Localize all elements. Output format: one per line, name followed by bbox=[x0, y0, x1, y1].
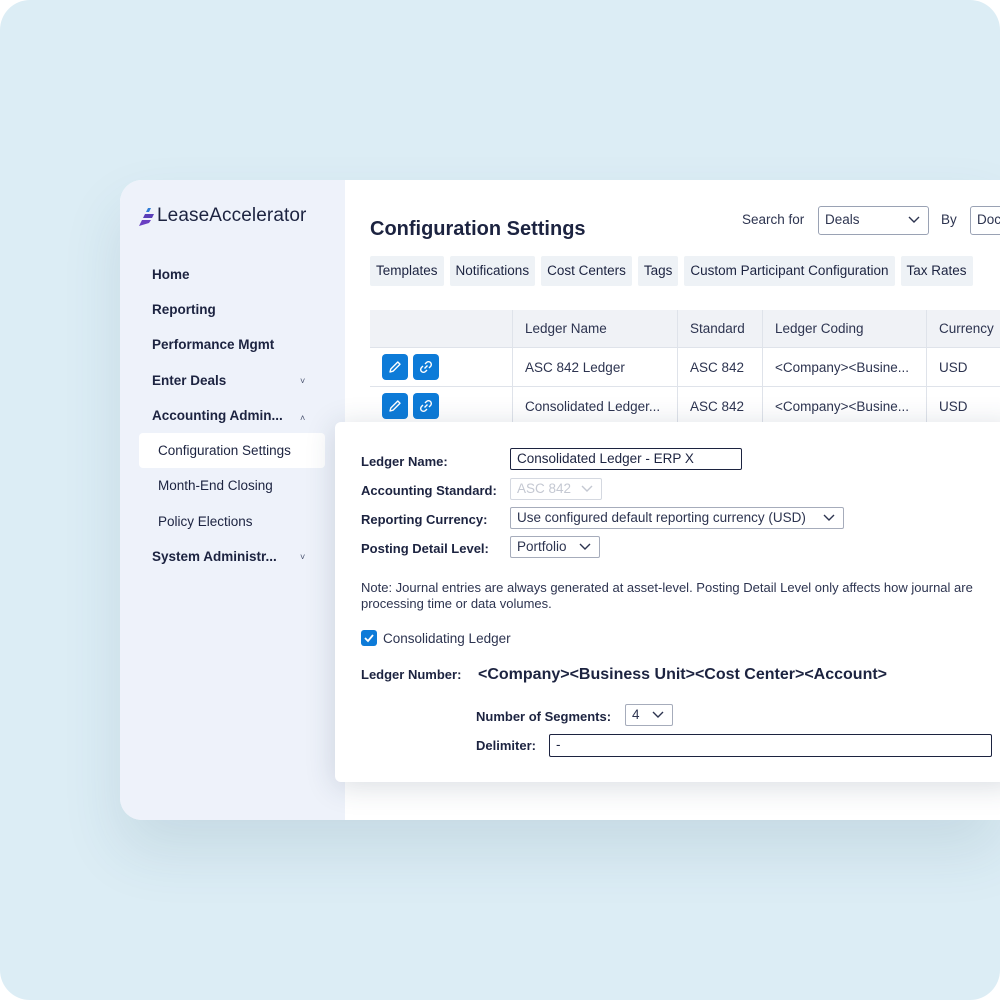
posting-detail-level-select[interactable]: Portfolio bbox=[510, 536, 600, 558]
cell-currency: USD bbox=[926, 386, 1000, 425]
sidebar-item-reporting[interactable]: Reporting bbox=[152, 300, 216, 320]
sidebar-item-accounting-admin[interactable]: Accounting Admin... bbox=[152, 406, 283, 426]
accounting-standard-select[interactable]: ASC 842 bbox=[510, 478, 602, 500]
chevron-down-icon bbox=[908, 207, 920, 244]
sidebar-subitem-month-end-closing[interactable]: Month-End Closing bbox=[158, 476, 273, 496]
cell-ledger-coding: <Company><Busine... bbox=[762, 386, 927, 425]
tab-notifications[interactable]: Notifications bbox=[449, 256, 536, 286]
link-icon[interactable] bbox=[413, 354, 439, 380]
posting-detail-level-value: Portfolio bbox=[517, 539, 567, 554]
cell-standard: ASC 842 bbox=[677, 386, 763, 425]
consolidating-ledger-label[interactable]: Consolidating Ledger bbox=[383, 631, 511, 646]
number-of-segments-select[interactable]: 4 bbox=[625, 704, 673, 726]
ledger-name-label: Ledger Name: bbox=[361, 454, 448, 469]
tab-cost-centers[interactable]: Cost Centers bbox=[541, 256, 632, 286]
link-icon[interactable] bbox=[413, 393, 439, 419]
consolidating-ledger-checkbox[interactable] bbox=[361, 630, 377, 646]
actions-column-header bbox=[370, 310, 513, 348]
sidebar-item-enter-deals[interactable]: Enter Deals bbox=[152, 371, 226, 391]
ledger-name-input[interactable]: Consolidated Ledger - ERP X bbox=[510, 448, 742, 470]
page-title: Configuration Settings bbox=[370, 218, 586, 240]
reporting-currency-select[interactable]: Use configured default reporting currenc… bbox=[510, 507, 844, 529]
chevron-down-icon[interactable]: ˅ bbox=[300, 547, 305, 567]
search-by-value: Doc bbox=[977, 212, 1000, 227]
note-line: Note: Journal entries are always generat… bbox=[361, 580, 973, 595]
cell-ledger-name: ASC 842 Ledger bbox=[512, 347, 678, 387]
number-of-segments-value: 4 bbox=[632, 707, 640, 722]
edit-pencil-icon[interactable] bbox=[382, 354, 408, 380]
edit-pencil-icon[interactable] bbox=[382, 393, 408, 419]
accounting-standard-label: Accounting Standard: bbox=[361, 483, 497, 498]
table-header-row: Ledger Name Standard Ledger Coding Curre… bbox=[370, 310, 1000, 348]
chevron-down-icon bbox=[581, 479, 593, 507]
tab-tax-rates[interactable]: Tax Rates bbox=[900, 256, 973, 286]
tab-templates[interactable]: Templates bbox=[370, 256, 444, 286]
row-actions bbox=[370, 347, 513, 387]
delimiter-input[interactable]: - bbox=[549, 734, 992, 757]
table-row[interactable]: ASC 842 Ledger ASC 842 <Company><Busine.… bbox=[370, 347, 1000, 387]
logo-icon bbox=[139, 208, 154, 226]
note-line: processing time or data volumes. bbox=[361, 596, 552, 611]
tab-custom-participant-configuration[interactable]: Custom Participant Configuration bbox=[684, 256, 895, 286]
ledger-edit-panel: Ledger Name: Consolidated Ledger - ERP X… bbox=[335, 422, 1000, 782]
settings-tabs: Templates Notifications Cost Centers Tag… bbox=[370, 256, 979, 286]
reporting-currency-label: Reporting Currency: bbox=[361, 512, 488, 527]
ledger-number-value: <Company><Business Unit><Cost Center><Ac… bbox=[478, 666, 888, 683]
posting-detail-level-label: Posting Detail Level: bbox=[361, 541, 489, 556]
search-type-select[interactable]: Deals bbox=[818, 206, 929, 235]
delimiter-label: Delimiter: bbox=[476, 738, 536, 753]
delimiter-value: - bbox=[556, 737, 561, 752]
column-header-ledger-name[interactable]: Ledger Name bbox=[512, 310, 678, 348]
chevron-down-icon[interactable]: ˅ bbox=[300, 371, 305, 391]
search-by-select[interactable]: Doc bbox=[970, 206, 1000, 235]
sidebar-item-home[interactable]: Home bbox=[152, 265, 190, 285]
row-actions bbox=[370, 386, 513, 425]
cell-ledger-coding: <Company><Busine... bbox=[762, 347, 927, 387]
sidebar-item-performance-mgmt[interactable]: Performance Mgmt bbox=[152, 335, 274, 355]
brand-name: LeaseAccelerator bbox=[157, 205, 307, 226]
by-label: By bbox=[941, 212, 957, 227]
column-header-currency[interactable]: Currency bbox=[926, 310, 1000, 348]
number-of-segments-label: Number of Segments: bbox=[476, 709, 612, 724]
search-for-label: Search for bbox=[742, 212, 805, 227]
ledger-number-label: Ledger Number: bbox=[361, 667, 462, 682]
ledger-table: Ledger Name Standard Ledger Coding Curre… bbox=[370, 310, 1000, 425]
accounting-standard-value: ASC 842 bbox=[517, 481, 572, 496]
cell-ledger-name: Consolidated Ledger... bbox=[512, 386, 678, 425]
sidebar-subitem-configuration-settings[interactable]: Configuration Settings bbox=[158, 441, 291, 461]
journal-note: Note: Journal entries are always generat… bbox=[361, 580, 1000, 612]
chevron-down-icon bbox=[652, 705, 664, 733]
cell-currency: USD bbox=[926, 347, 1000, 387]
brand-logo[interactable]: LeaseAccelerator bbox=[138, 202, 306, 230]
chevron-down-icon bbox=[579, 537, 591, 565]
tab-tags[interactable]: Tags bbox=[637, 256, 679, 286]
column-header-ledger-coding[interactable]: Ledger Coding bbox=[762, 310, 927, 348]
column-header-standard[interactable]: Standard bbox=[677, 310, 763, 348]
table-row[interactable]: Consolidated Ledger... ASC 842 <Company>… bbox=[370, 386, 1000, 425]
sidebar-item-system-administration[interactable]: System Administr... bbox=[152, 547, 277, 567]
ledger-name-value: Consolidated Ledger - ERP X bbox=[517, 451, 694, 466]
chevron-down-icon bbox=[823, 508, 835, 536]
chevron-up-icon[interactable]: ˄ bbox=[300, 408, 305, 428]
reporting-currency-value: Use configured default reporting currenc… bbox=[517, 510, 806, 525]
cell-standard: ASC 842 bbox=[677, 347, 763, 387]
sidebar-subitem-policy-elections[interactable]: Policy Elections bbox=[158, 512, 253, 532]
sidebar: LeaseAccelerator Home Reporting Performa… bbox=[120, 180, 345, 820]
search-type-value: Deals bbox=[825, 212, 860, 227]
